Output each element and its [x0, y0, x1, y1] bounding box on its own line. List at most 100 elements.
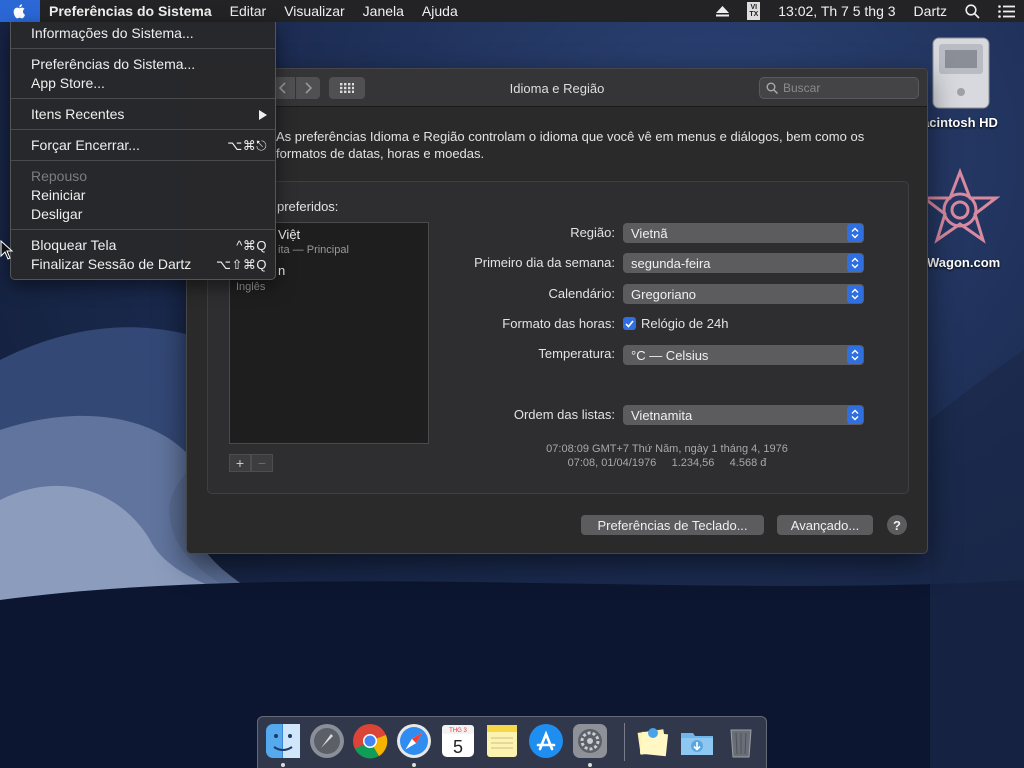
search-field[interactable]: Buscar [759, 77, 919, 99]
keyboard-preferences-button[interactable]: Preferências de Teclado... [581, 515, 764, 535]
popup-arrows-icon [847, 285, 863, 303]
menu-item-system-preferences[interactable]: Preferências do Sistema... [11, 55, 275, 74]
popup-arrows-icon [847, 254, 863, 272]
lock-screen-shortcut: ^⌘Q [236, 238, 267, 253]
menu-item-lock-screen-label: Bloquear Tela [31, 237, 117, 253]
spotlight-search-icon[interactable] [956, 0, 989, 22]
dock: THG 3 5 [257, 716, 767, 768]
menu-item-recent-items-label: Itens Recentes [31, 106, 125, 122]
menu-item-logout[interactable]: Finalizar Sessão de Dartz ⌥⇧⌘Q [11, 255, 275, 274]
launchpad-icon[interactable] [308, 722, 346, 760]
menu-bar: Preferências do Sistema Editar Visualiza… [0, 0, 1024, 22]
menu-item-lock-screen[interactable]: Bloquear Tela ^⌘Q [11, 236, 275, 255]
ime-label-top: VI [750, 4, 758, 11]
notification-center-icon[interactable] [989, 0, 1024, 22]
menu-item-force-quit[interactable]: Forçar Encerrar... ⌥⌘⎋ [11, 136, 275, 155]
language-item-sub: Inglês [236, 281, 266, 293]
menu-item-app-store[interactable]: App Store... [11, 74, 275, 93]
ime-label-bottom: TX [749, 11, 759, 18]
calendar-popup[interactable]: Gregoriano [623, 284, 864, 304]
mouse-cursor-icon [0, 239, 14, 263]
help-button[interactable]: ? [887, 515, 907, 535]
menu-separator [11, 229, 275, 230]
trash-icon[interactable] [722, 722, 760, 760]
system-preferences-icon[interactable] [571, 722, 609, 760]
menu-item-force-quit-label: Forçar Encerrar... [31, 137, 140, 153]
first-day-value: segunda-feira [631, 255, 711, 271]
notes-icon[interactable] [483, 722, 521, 760]
temperature-value: °C — Celsius [631, 347, 709, 363]
downloads-folder-icon[interactable] [678, 722, 716, 760]
menu-ajuda[interactable]: Ajuda [413, 0, 467, 22]
menu-item-system-preferences-label: Preferências do Sistema... [31, 56, 196, 72]
format-sample-line1: 07:08:09 GMT+7 Thứ Năm, ngày 1 tháng 4, … [546, 443, 788, 455]
input-source-icon: VI TX [747, 2, 761, 20]
language-add-remove: + − [229, 454, 273, 472]
menu-item-sleep: Repouso [11, 167, 275, 186]
region-label: Região: [570, 225, 615, 240]
chrome-icon[interactable] [351, 722, 389, 760]
logout-shortcut: ⌥⇧⌘Q [216, 257, 267, 272]
menu-item-sleep-label: Repouso [31, 168, 88, 184]
dock-divider [624, 723, 625, 761]
window-titlebar: Idioma e Região Buscar [187, 69, 927, 107]
menu-item-logout-label: Finalizar Sessão de Dartz [31, 256, 192, 272]
menu-separator [11, 160, 275, 161]
popup-arrows-icon [847, 406, 863, 424]
list-order-label: Ordem das listas: [513, 407, 615, 422]
submenu-arrow-icon [259, 105, 267, 124]
input-source-menu[interactable]: VI TX [738, 0, 769, 22]
time-format-label: Formato das horas: [502, 316, 615, 331]
add-language-button[interactable]: + [229, 454, 251, 472]
popup-arrows-icon [847, 224, 863, 242]
force-quit-shortcut: ⌥⌘⎋ [227, 138, 267, 153]
format-sample-line2: 07:08, 01/04/1976 1.234,56 4.568 đ [567, 457, 767, 469]
temperature-popup[interactable]: °C — Celsius [623, 345, 864, 365]
calendar-icon[interactable]: THG 3 5 [439, 722, 477, 760]
menu-janela[interactable]: Janela [354, 0, 413, 22]
clock-24h-checkbox[interactable]: Relógio de 24h [623, 316, 728, 331]
menu-item-restart-label: Reiniciar [31, 187, 86, 203]
first-day-popup[interactable]: segunda-feira [623, 253, 864, 273]
apple-icon [13, 4, 25, 19]
search-icon [766, 82, 778, 94]
menu-item-recent-items[interactable]: Itens Recentes [11, 105, 275, 124]
safari-icon[interactable] [395, 722, 433, 760]
list-order-popup[interactable]: Vietnamita [623, 405, 864, 425]
list-order-value: Vietnamita [631, 407, 693, 423]
finder-icon[interactable] [264, 722, 302, 760]
star-pattern-icon [919, 167, 1001, 244]
menu-item-about[interactable]: Informações do Sistema... [11, 24, 275, 43]
app-store-icon[interactable] [527, 722, 565, 760]
eject-icon[interactable] [707, 0, 738, 22]
first-day-label: Primeiro dia da semana: [474, 255, 615, 270]
language-item-name[interactable]: n [278, 263, 285, 278]
popup-arrows-icon [847, 346, 863, 364]
menu-visualizar[interactable]: Visualizar [275, 0, 353, 22]
checkmark-icon [623, 317, 636, 330]
intro-text: As preferências Idioma e Região controla… [276, 129, 865, 161]
hard-drive-icon [932, 37, 990, 109]
temperature-label: Temperatura: [538, 346, 615, 361]
menu-item-restart[interactable]: Reiniciar [11, 186, 275, 205]
apple-menu-button[interactable] [0, 0, 40, 22]
menu-app-name[interactable]: Preferências do Sistema [40, 0, 221, 22]
menu-editar[interactable]: Editar [221, 0, 276, 22]
menu-item-app-store-label: App Store... [31, 75, 105, 91]
running-indicator [588, 763, 592, 767]
menu-item-shutdown-label: Desligar [31, 206, 83, 222]
menu-separator [11, 129, 275, 130]
region-value: Vietnã [631, 225, 668, 241]
region-popup[interactable]: Vietnã [623, 223, 864, 243]
language-item-name[interactable]: Việt [278, 227, 300, 242]
stacks-folder-icon[interactable] [634, 722, 672, 760]
menubar-clock[interactable]: 13:02, Th 7 5 thg 3 [769, 0, 904, 22]
menubar-user[interactable]: Dartz [905, 0, 956, 22]
preferred-languages-title: preferidos: [277, 199, 339, 214]
calendar-label: Calendário: [548, 286, 616, 301]
menu-item-shutdown[interactable]: Desligar [11, 205, 275, 224]
advanced-button[interactable]: Avançado... [777, 515, 873, 535]
remove-language-button[interactable]: − [251, 454, 273, 472]
clock-24h-label: Relógio de 24h [641, 316, 729, 331]
calendar-value: Gregoriano [631, 286, 697, 302]
